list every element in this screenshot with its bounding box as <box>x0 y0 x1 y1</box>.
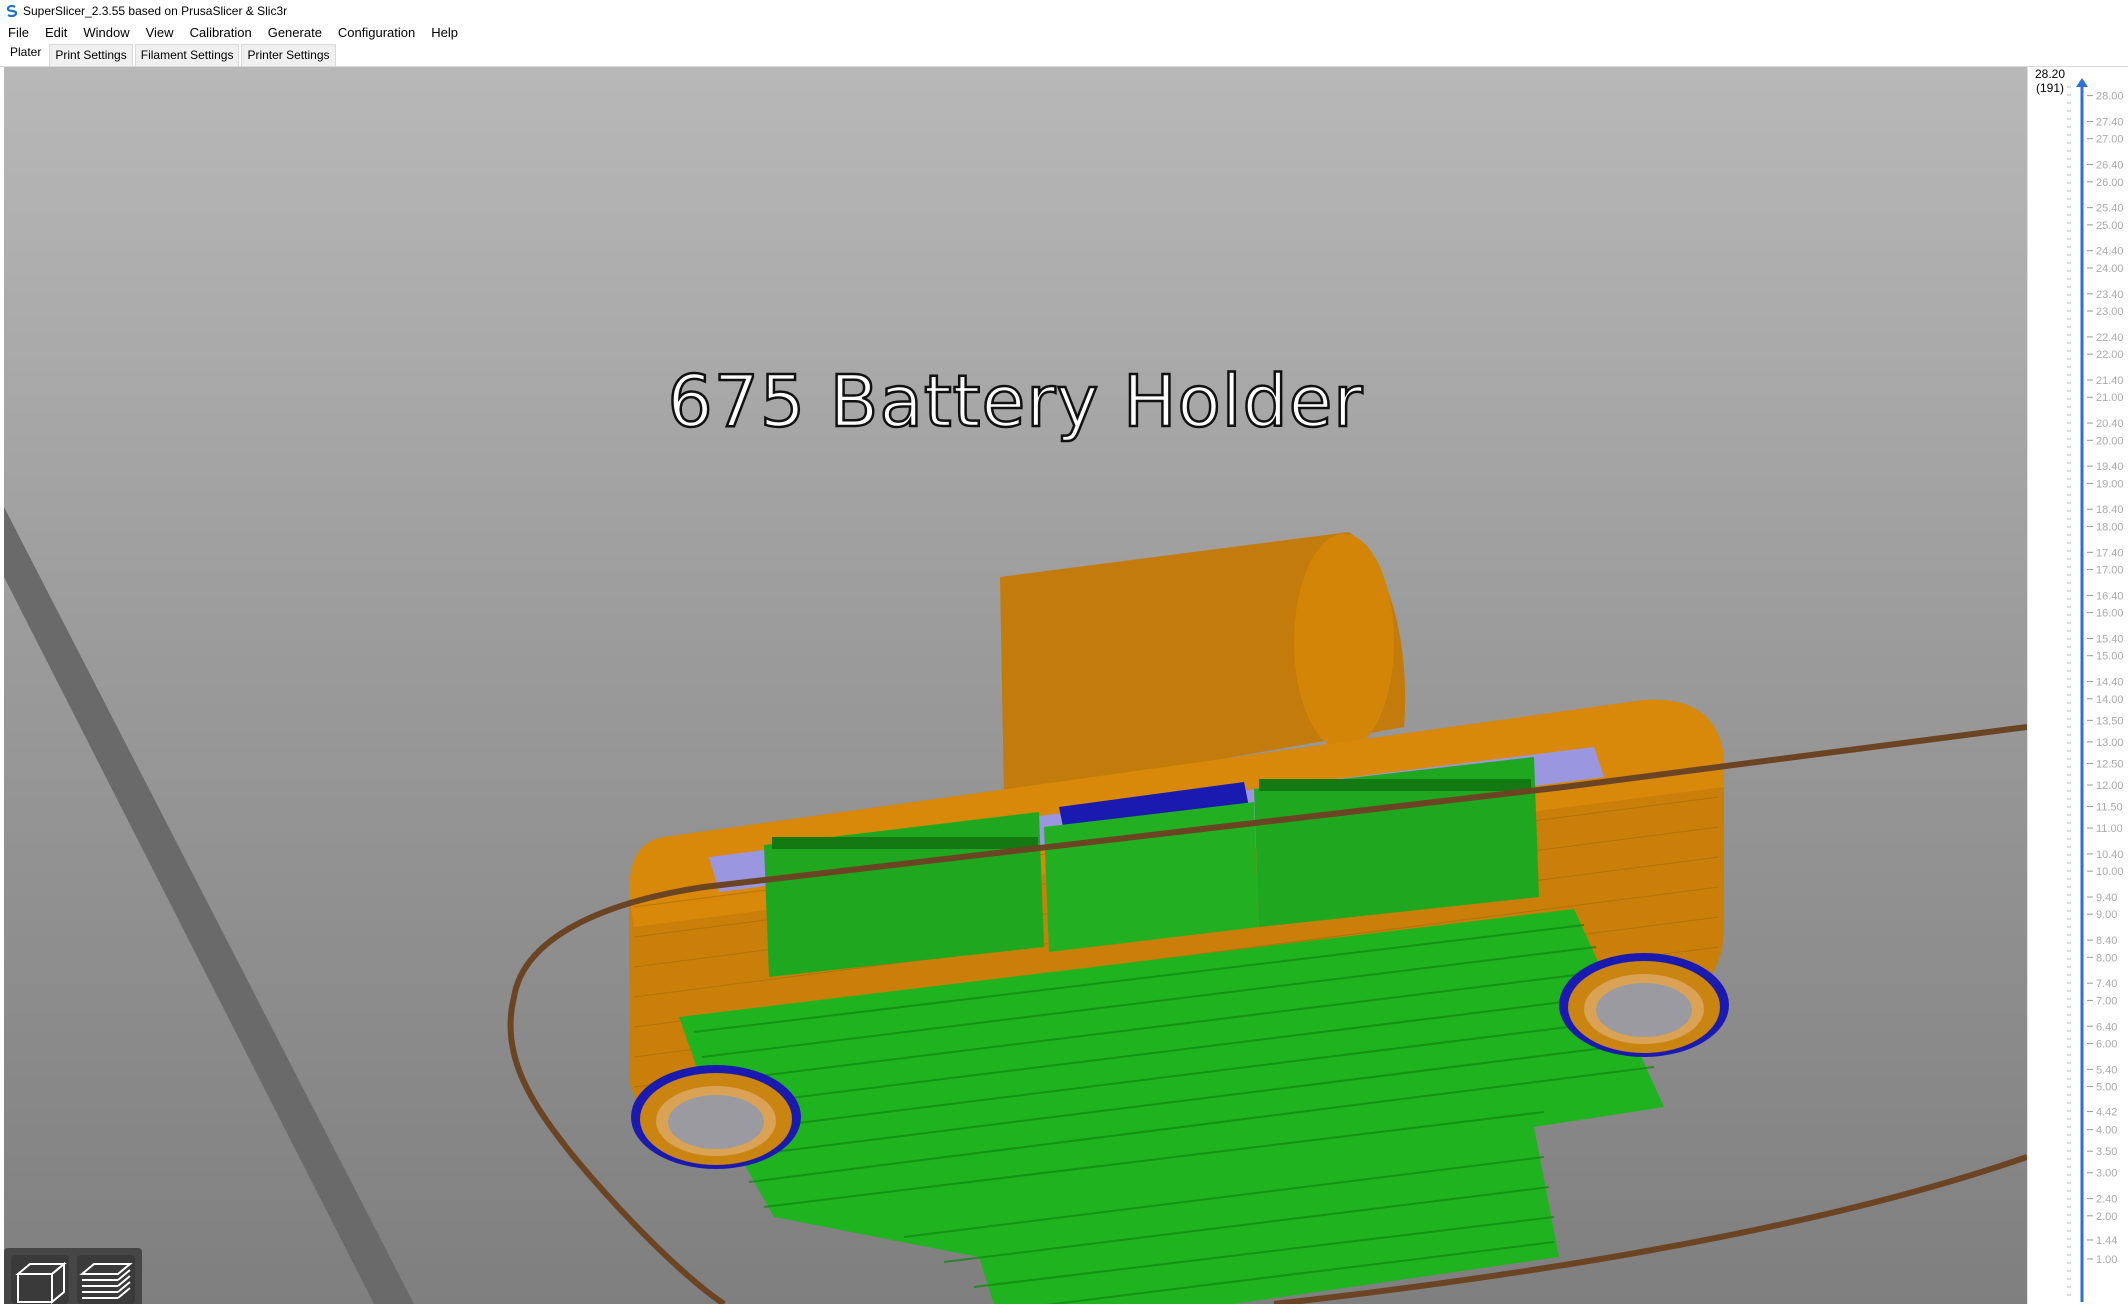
slider-tick-label: 3.50 <box>2096 1146 2117 1158</box>
slider-tick-label: 2.00 <box>2096 1211 2117 1223</box>
mounting-ring-left <box>631 1065 801 1169</box>
slider-tick-label: 9.40 <box>2096 892 2117 904</box>
slider-tick-label: 5.00 <box>2096 1082 2117 1094</box>
menu-calibration[interactable]: Calibration <box>182 25 260 40</box>
menu-bar: File Edit Window View Calibration Genera… <box>0 22 2128 42</box>
tab-filament-settings[interactable]: Filament Settings <box>134 44 240 66</box>
mounting-ring-right <box>1559 953 1729 1057</box>
object-name-label: 675 Battery Holder <box>666 359 1364 445</box>
menu-configuration[interactable]: Configuration <box>330 25 423 40</box>
slider-tick-label: 1.44 <box>2096 1235 2117 1247</box>
slider-tick-label: 20.40 <box>2096 418 2124 430</box>
3d-view-icon[interactable] <box>10 1254 70 1304</box>
slider-tick-label: 11.00 <box>2096 823 2123 835</box>
slider-tick-label: 4.42 <box>2096 1107 2117 1119</box>
bed-edge <box>4 507 414 1304</box>
slider-tick-label: 7.40 <box>2096 978 2117 990</box>
menu-window[interactable]: Window <box>75 25 137 40</box>
slider-tick-label: 17.40 <box>2096 547 2124 559</box>
slider-tick-label: 21.40 <box>2096 375 2124 387</box>
menu-generate[interactable]: Generate <box>260 25 330 40</box>
slider-tick-label: 27.40 <box>2096 116 2124 128</box>
title-bar: SuperSlicer_2.3.55 based on PrusaSlicer … <box>0 0 2128 22</box>
slider-tick-label: 8.40 <box>2096 935 2117 947</box>
slider-tick-label: 20.00 <box>2096 435 2124 447</box>
slider-tick-label: 11.50 <box>2096 802 2123 814</box>
3d-preview-canvas[interactable]: 675 Battery Holder <box>4 67 2027 1304</box>
slider-tick-label: 26.00 <box>2096 177 2124 189</box>
slider-tick-label: 27.00 <box>2096 134 2124 146</box>
preview-layers-icon[interactable] <box>76 1254 136 1304</box>
menu-view[interactable]: View <box>138 25 182 40</box>
slider-tick-label: 13.00 <box>2096 737 2124 749</box>
slider-tick-label: 15.40 <box>2096 633 2124 645</box>
slider-tick-label: 6.00 <box>2096 1038 2117 1050</box>
slider-tick-label: 14.00 <box>2096 694 2124 706</box>
app-logo-icon <box>6 5 18 17</box>
menu-help[interactable]: Help <box>423 25 466 40</box>
slider-tick-label: 23.00 <box>2096 306 2124 318</box>
window-title: SuperSlicer_2.3.55 based on PrusaSlicer … <box>23 4 288 18</box>
gcode-preview-scene <box>4 507 2027 1304</box>
slider-tick-label: 10.00 <box>2096 866 2124 878</box>
slider-tick-label: 13.50 <box>2096 715 2124 727</box>
tab-printer-settings[interactable]: Printer Settings <box>241 44 336 66</box>
view-toolbar <box>4 1248 142 1304</box>
slider-tick-label: 12.00 <box>2096 780 2124 792</box>
slider-tick-label: 16.00 <box>2096 608 2124 620</box>
slider-tick-label: 14.40 <box>2096 677 2124 689</box>
slider-tick-label: 7.00 <box>2096 995 2117 1007</box>
tab-print-settings[interactable]: Print Settings <box>49 44 133 66</box>
slider-tick-label: 16.40 <box>2096 590 2124 602</box>
slider-tick-label: 12.50 <box>2096 758 2124 770</box>
slider-tick-label: 22.00 <box>2096 349 2124 361</box>
slider-tick-label: 4.00 <box>2096 1125 2117 1137</box>
slider-tick-label: 24.00 <box>2096 263 2124 275</box>
slider-tick-label: 10.40 <box>2096 849 2124 861</box>
slider-tick-label: 25.00 <box>2096 220 2124 232</box>
tab-plater[interactable]: Plater <box>4 42 48 66</box>
layer-slider-panel: 28.20 (191) 28.00 27.40 27.00 26.40 26.00 25.… <box>2027 67 2128 1304</box>
slider-tick-label: 24.40 <box>2096 246 2124 258</box>
menu-file[interactable]: File <box>0 25 37 40</box>
slider-tick-label: 23.40 <box>2096 289 2124 301</box>
tab-bar: Plater Print Settings Filament Settings … <box>0 42 2128 67</box>
battery-housing-end <box>1294 534 1394 750</box>
slider-tick-label: 2.40 <box>2096 1194 2117 1206</box>
slider-tick-label: 26.40 <box>2096 160 2124 172</box>
slider-tick-label: 3.00 <box>2096 1168 2117 1180</box>
slider-tick-label: 1.00 <box>2096 1254 2117 1266</box>
slider-tick-label: 17.00 <box>2096 565 2124 577</box>
slider-tick-label: 6.40 <box>2096 1021 2117 1033</box>
slider-tick-label: 5.40 <box>2096 1064 2117 1076</box>
slider-tick-label: 21.00 <box>2096 392 2124 404</box>
menu-edit[interactable]: Edit <box>37 25 75 40</box>
slider-tick-label: 19.00 <box>2096 478 2124 490</box>
slider-tick-label: 25.40 <box>2096 203 2124 215</box>
slider-tick-label: 18.40 <box>2096 504 2124 516</box>
slider-tick-label: 28.00 <box>2096 91 2124 103</box>
slider-top-handle[interactable] <box>2076 78 2088 87</box>
slider-tick-label: 9.00 <box>2096 909 2117 921</box>
slider-tick-label: 22.40 <box>2096 332 2124 344</box>
layer-slider[interactable]: 28.00 27.40 27.00 26.40 26.00 25.40 25.00 24.40… <box>2028 67 2128 1304</box>
slider-tick-label: 18.00 <box>2096 521 2124 533</box>
slider-tick-label: 15.00 <box>2096 651 2124 663</box>
slider-tick-label: 8.00 <box>2096 952 2117 964</box>
slider-tick-label: 19.40 <box>2096 461 2124 473</box>
